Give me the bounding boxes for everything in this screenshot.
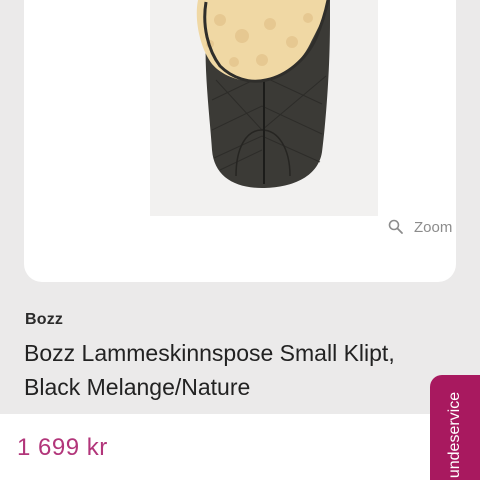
customer-service-tab[interactable]: undeservice	[430, 375, 480, 480]
product-image-card: Zoom	[24, 0, 456, 282]
search-icon	[388, 219, 403, 234]
customer-service-label: undeservice	[446, 391, 463, 479]
product-image[interactable]	[150, 0, 378, 216]
product-title: Bozz Lammeskinnspose Small Klipt, Black …	[24, 340, 395, 400]
zoom-button[interactable]: Zoom	[388, 216, 452, 238]
product-brand[interactable]: Bozz	[25, 311, 63, 329]
product-price: 1 699 kr	[17, 434, 108, 461]
zoom-label: Zoom	[414, 218, 453, 236]
footmuff-illustration	[196, 0, 330, 188]
